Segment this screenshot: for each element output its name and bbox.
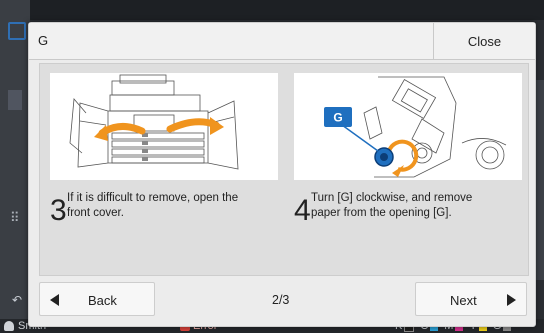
user-icon	[4, 321, 14, 332]
navigation-bar: Back 2/3 Next	[29, 276, 535, 326]
printer-open-cover-illustration	[69, 74, 239, 170]
close-button[interactable]: Close	[433, 23, 535, 59]
back-arrow-icon: ↶	[12, 293, 23, 307]
arrow-right-icon	[507, 294, 516, 306]
dialog-title: G	[38, 33, 49, 48]
next-button[interactable]: Next	[415, 282, 527, 316]
drag-handle-icon: ⠿	[10, 210, 20, 225]
step-number: 3	[50, 194, 67, 227]
instruction-dialog: G Close G 3 If it is difficult to remove…	[28, 22, 536, 327]
next-label: Next	[450, 293, 477, 308]
step-4-illustration: G	[294, 73, 522, 180]
content-panel: G 3 If it is difficult to remove, open t…	[39, 63, 529, 276]
page-indicator: 2/3	[272, 293, 290, 307]
step-number: 4	[294, 194, 311, 227]
back-button[interactable]: Back	[39, 282, 155, 316]
background-rail-block	[8, 90, 22, 110]
home-icon	[8, 22, 26, 40]
background-top-bar	[0, 0, 544, 20]
knob-turn-illustration: G	[324, 76, 507, 178]
step-3-illustration	[50, 73, 278, 180]
background-left-rail: ⠿ ↶	[0, 0, 30, 333]
step-description: Turn [G] clockwise, and remove paper fro…	[311, 192, 473, 219]
back-label: Back	[88, 293, 117, 308]
dialog-header: G Close	[29, 23, 535, 60]
callout-label: G	[333, 111, 342, 125]
step-description: If it is difficult to remove, open the f…	[67, 192, 239, 219]
arrow-left-icon	[50, 294, 59, 306]
